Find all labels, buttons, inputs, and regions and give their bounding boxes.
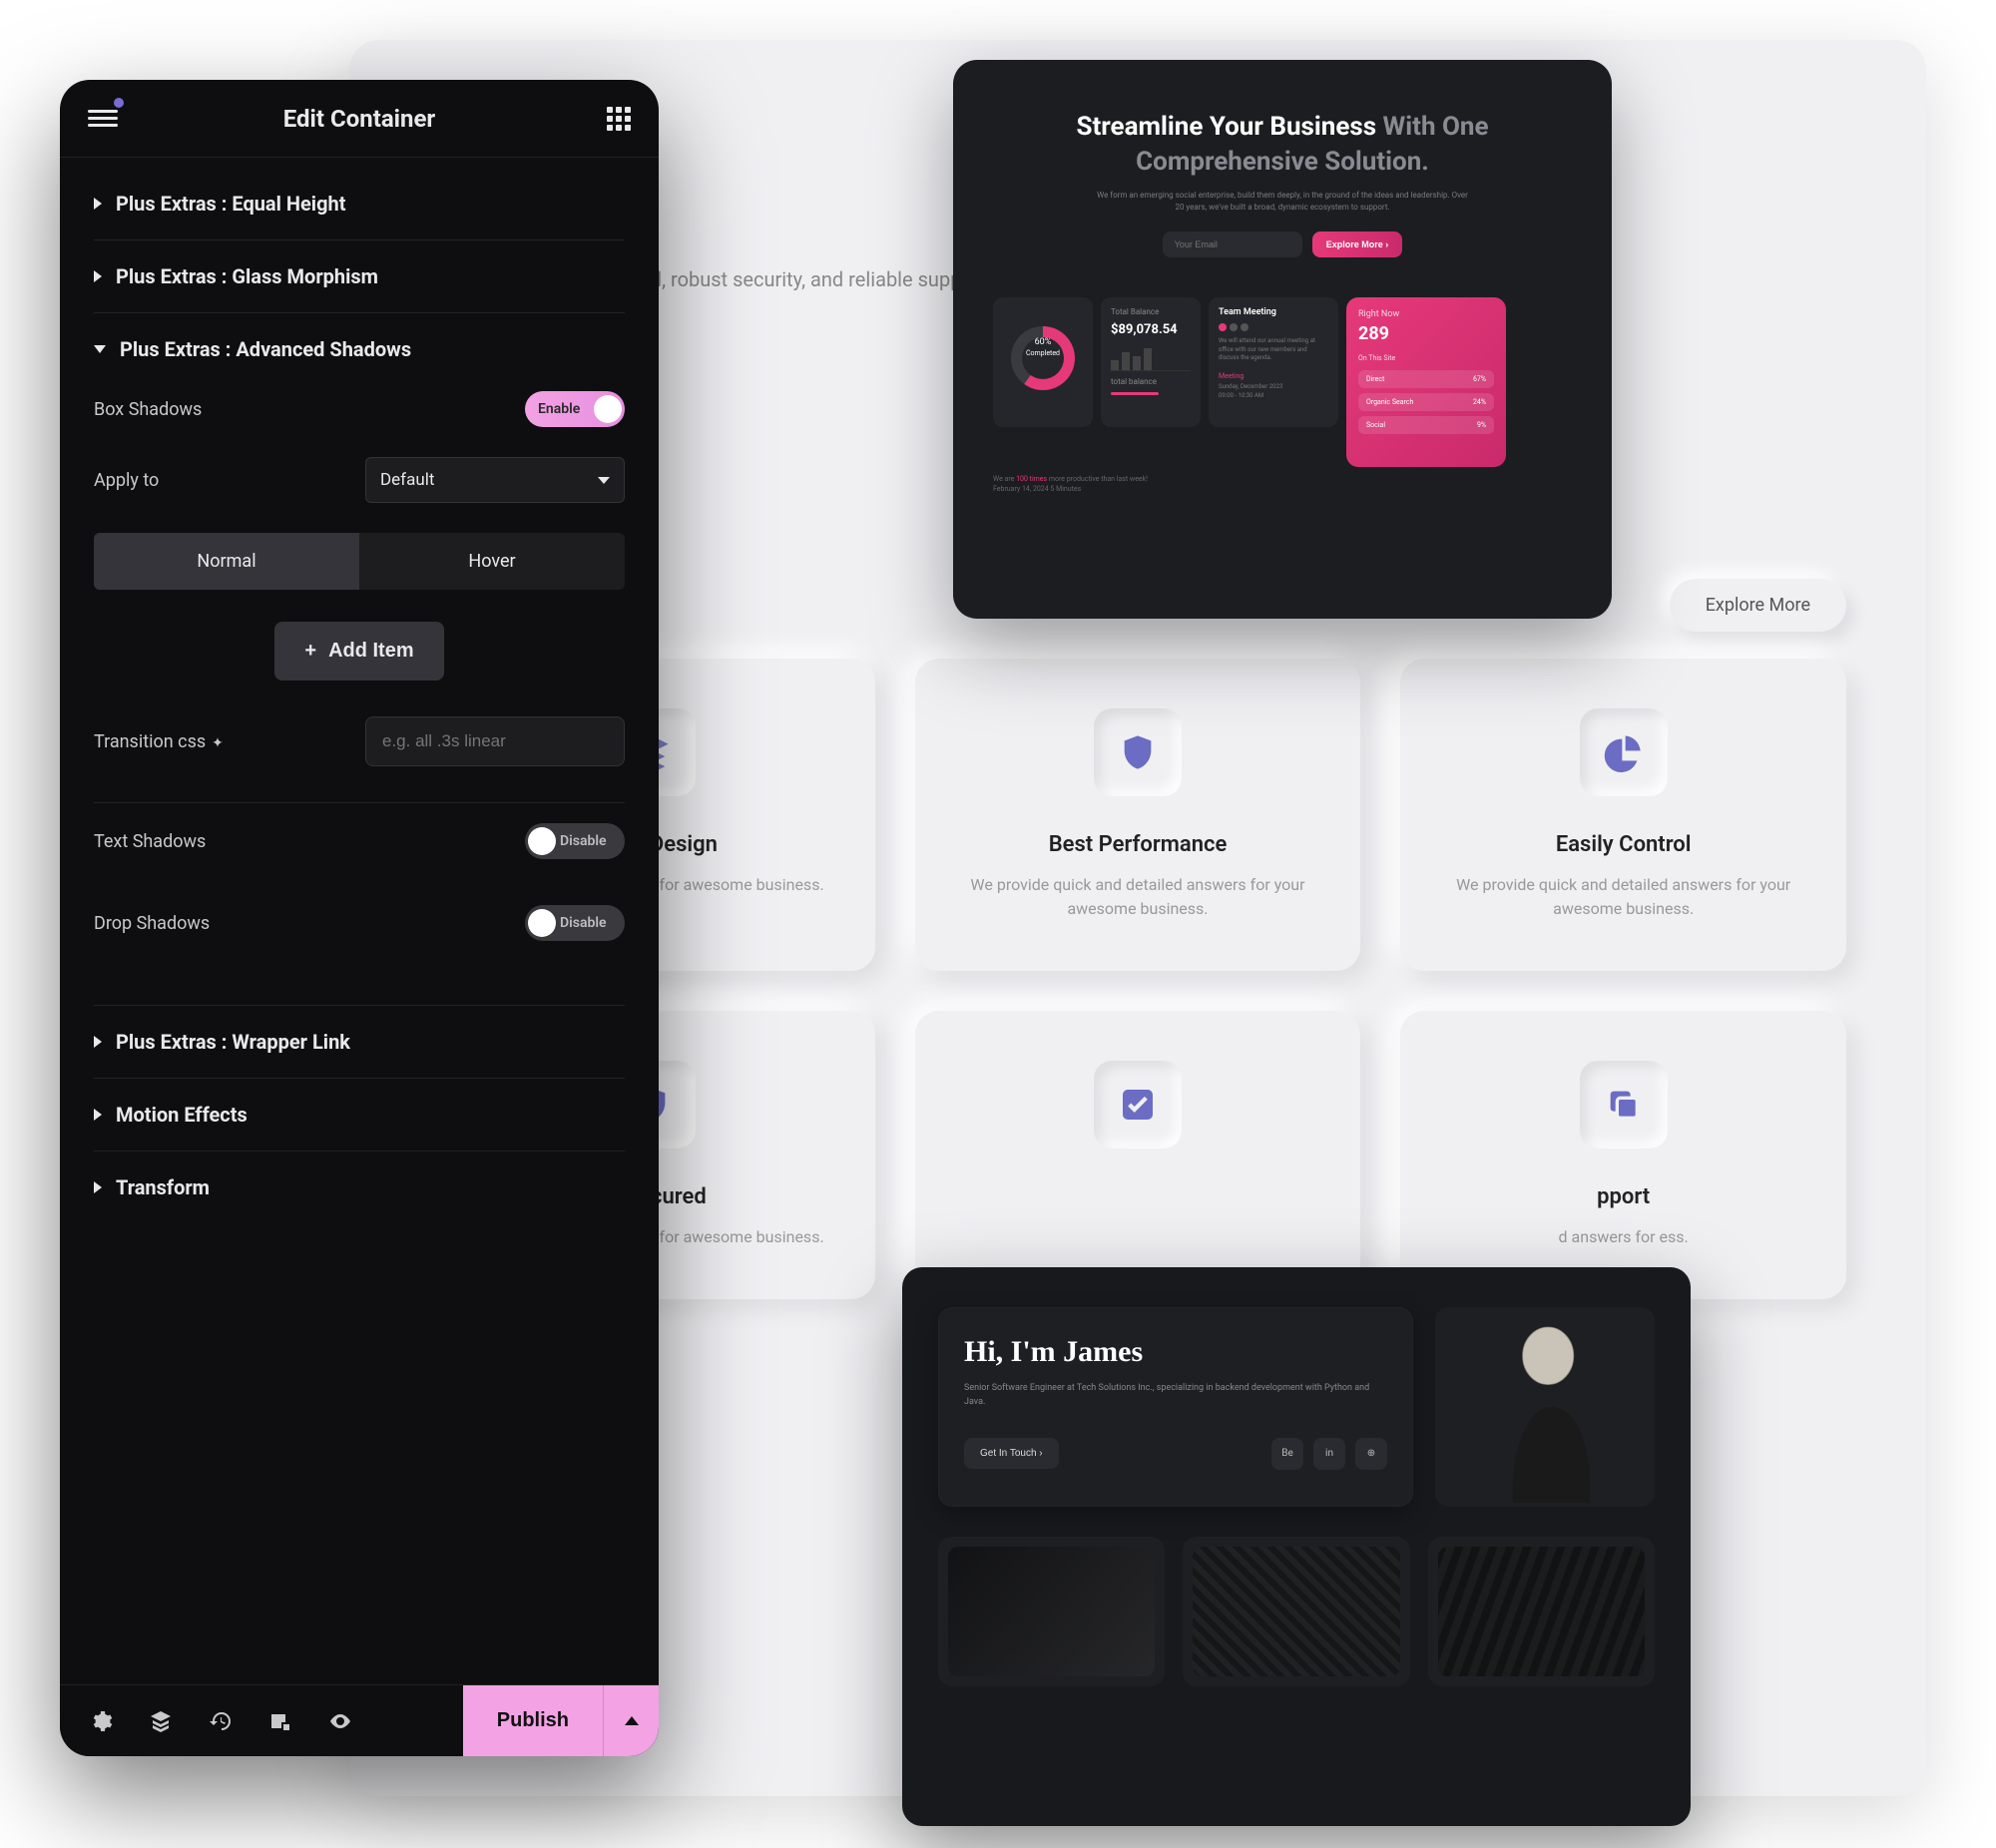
plus-icon: + [304,640,316,663]
james-portrait [1435,1307,1655,1507]
chevron-right-icon [94,270,102,282]
feature-card-5[interactable] [915,1011,1361,1299]
box-shadows-label: Box Shadows [94,399,202,420]
transition-css-label: Transition css [94,731,224,752]
behance-icon[interactable]: Be [1271,1438,1303,1470]
gallery-tile[interactable] [1183,1537,1409,1686]
settings-icon[interactable] [88,1708,114,1734]
get-in-touch-button[interactable]: Get In Touch › [964,1438,1059,1469]
right-now-widget: Right Now 289 On This Site Direct67% Org… [1346,297,1506,467]
feature-title: Best Performance [945,832,1331,857]
text-shadows-label: Text Shadows [94,831,206,852]
drop-shadows-toggle[interactable]: Disable [525,905,625,941]
section-label: Plus Extras : Wrapper Link [116,1030,350,1054]
chevron-down-icon [598,477,610,484]
feature-card-control[interactable]: Easily Control We provide quick and deta… [1400,659,1846,971]
pie-chart-icon [1580,708,1668,796]
text-shadows-toggle[interactable]: Disable [525,823,625,859]
section-label: Plus Extras : Glass Morphism [116,264,378,288]
james-title: Hi, I'm James [964,1335,1387,1369]
feature-title: pport [1430,1184,1816,1209]
publish-button[interactable]: Publish [463,1685,603,1756]
editor-footer: Publish [60,1684,659,1756]
gallery-tile[interactable] [1428,1537,1655,1686]
feature-desc: We provide quick and detailed answers fo… [1430,873,1816,921]
section-transform[interactable]: Transform [94,1152,625,1223]
add-item-button[interactable]: + Add Item [274,622,443,681]
layers-icon[interactable] [148,1708,174,1734]
box-shadows-toggle[interactable]: Enable [525,391,625,427]
gallery-tile[interactable] [938,1537,1165,1686]
tab-normal[interactable]: Normal [94,533,359,590]
meeting-widget: Team Meeting We will attend our annual m… [1209,297,1338,427]
apply-to-label: Apply to [94,470,159,491]
section-label: Motion Effects [116,1103,248,1127]
section-wrapper-link[interactable]: Plus Extras : Wrapper Link [94,1005,625,1079]
dashboard-widgets: 60%Completed Total Balance $89,078.54 to… [993,297,1572,467]
feature-card-support[interactable]: pport d answers for ess. [1400,1011,1846,1299]
publish-options-button[interactable] [603,1685,659,1756]
section-label: Transform [116,1175,210,1199]
james-gallery [938,1537,1655,1686]
james-subtitle: Senior Software Engineer at Tech Solutio… [964,1381,1387,1410]
history-icon[interactable] [208,1708,234,1734]
section-glass-morphism[interactable]: Plus Extras : Glass Morphism [94,240,625,313]
eye-icon[interactable] [327,1708,353,1734]
email-input[interactable] [1163,231,1302,257]
drop-shadows-label: Drop Shadows [94,913,210,934]
feature-desc: We provide quick and detailed answers fo… [945,873,1331,921]
responsive-icon[interactable] [267,1708,293,1734]
section-advanced-shadows[interactable]: Plus Extras : Advanced Shadows Box Shado… [94,313,625,1005]
feature-card-performance[interactable]: Best Performance We provide quick and de… [915,659,1361,971]
copy-icon [1580,1061,1668,1149]
section-label: Plus Extras : Advanced Shadows [120,337,411,361]
section-equal-height[interactable]: Plus Extras : Equal Height [94,168,625,240]
menu-icon[interactable] [88,104,118,134]
dribbble-icon[interactable]: ⊕ [1355,1438,1387,1470]
preview-hero-title: Streamline Your Business With One Compre… [993,110,1572,180]
section-label: Plus Extras : Equal Height [116,192,346,216]
tab-hover[interactable]: Hover [359,533,625,590]
editor-panel: Edit Container Plus Extras : Equal Heigh… [60,80,659,1756]
dashboard-footnote: We are 100 times more productive than la… [993,475,1252,495]
feature-title: Easily Control [1430,832,1816,857]
chevron-right-icon [94,1109,102,1121]
shield-icon [1094,708,1182,796]
balance-widget: Total Balance $89,078.54 total balance [1101,297,1201,427]
chevron-right-icon [94,1181,102,1193]
editor-title: Edit Container [60,105,659,133]
feature-desc: d answers for ess. [1430,1225,1816,1249]
chevron-down-icon [94,345,106,353]
donut-widget: 60%Completed [993,297,1093,427]
chevron-up-icon [625,1716,639,1725]
preview-portfolio-james: Hi, I'm James Senior Software Engineer a… [902,1267,1691,1826]
preview-hero-subtitle: We form an emerging social enterprise, b… [1093,190,1472,214]
linkedin-icon[interactable]: in [1313,1438,1345,1470]
explore-more-button[interactable]: Explore More [1670,579,1846,632]
transition-css-input[interactable] [365,716,625,766]
chevron-right-icon [94,198,102,210]
apply-to-select[interactable]: Default [365,457,625,503]
chevron-right-icon [94,1036,102,1048]
section-motion-effects[interactable]: Motion Effects [94,1079,625,1152]
editor-header: Edit Container [60,80,659,158]
checkbox-icon [1094,1061,1182,1149]
state-tabs: Normal Hover [94,533,625,590]
explore-more-cta[interactable]: Explore More › [1312,231,1403,257]
james-intro-card: Hi, I'm James Senior Software Engineer a… [938,1307,1413,1507]
preview-business-dashboard: Streamline Your Business With One Compre… [953,60,1612,619]
apps-grid-icon[interactable] [607,107,631,131]
